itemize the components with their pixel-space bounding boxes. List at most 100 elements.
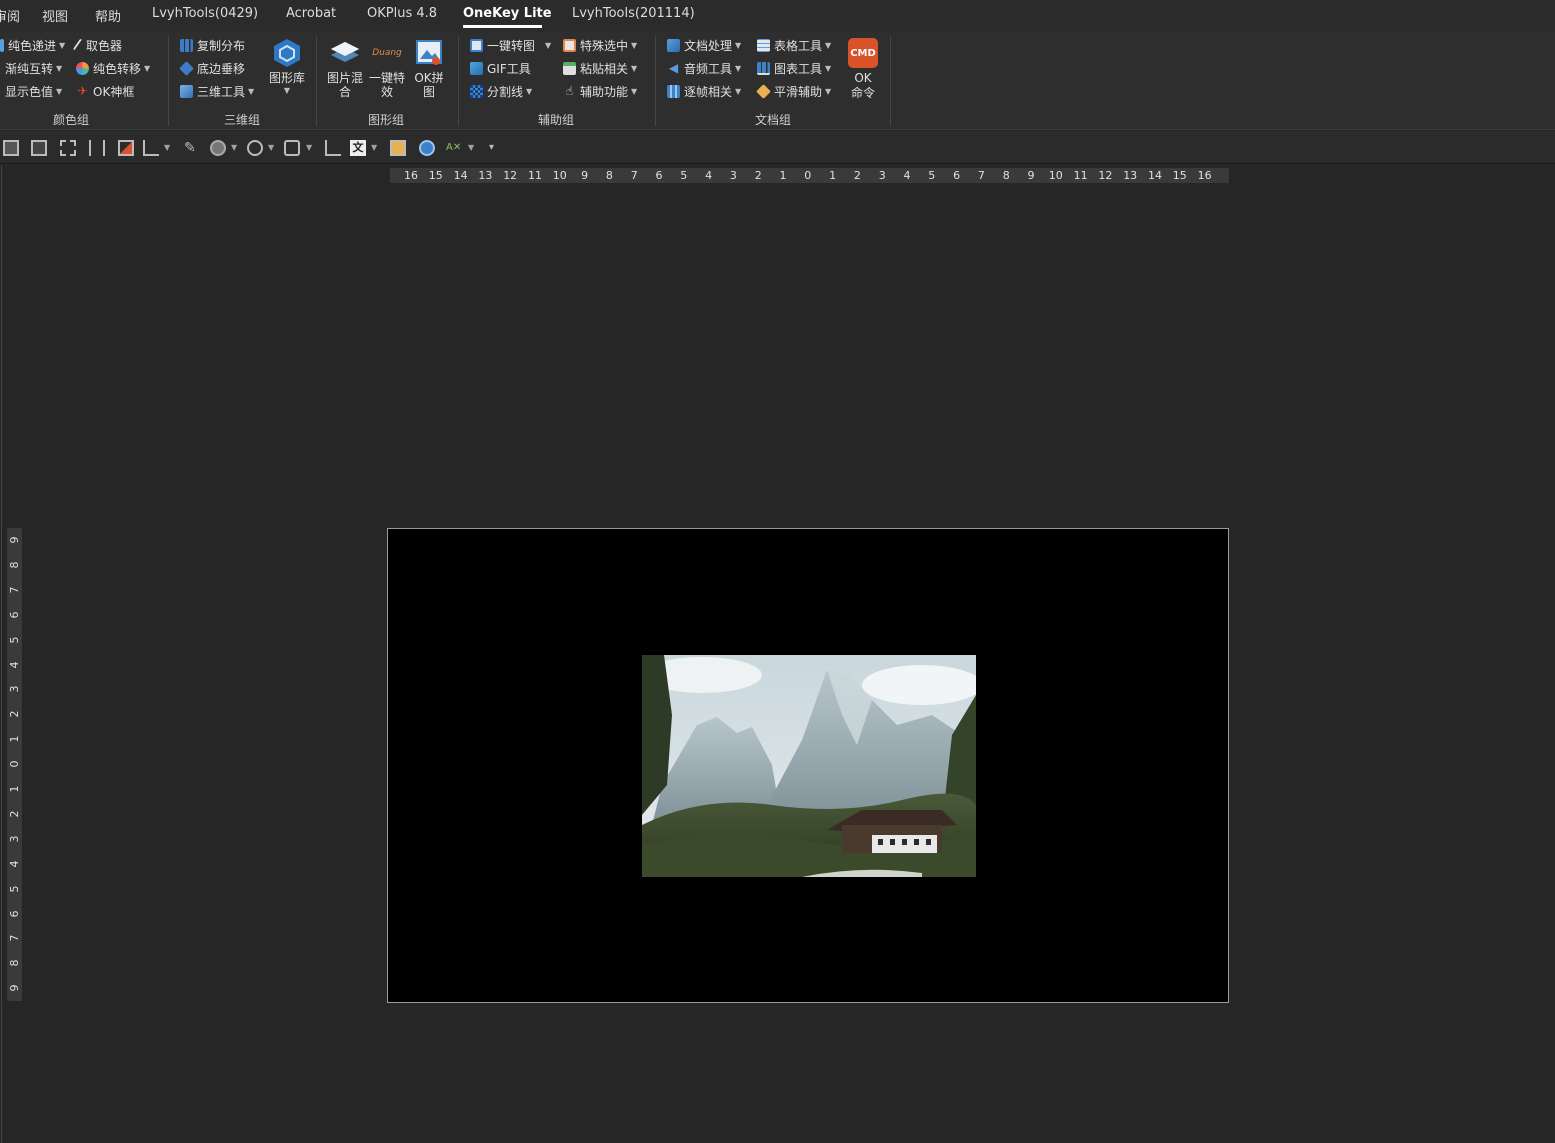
layers-icon	[179, 60, 194, 76]
ruler-tick-label: 15	[1172, 169, 1187, 182]
tab-lvyhtools-201114[interactable]: LvyhTools(201114)	[572, 6, 695, 21]
show-color-value-label: 显示色值	[5, 84, 54, 99]
chart-tools-button[interactable]: 图表工具 ▼	[757, 58, 831, 78]
ok-frame-button[interactable]: ✈ OK神框	[76, 81, 134, 101]
ruler-tick-label: 2	[8, 810, 21, 818]
transform-icon[interactable]	[118, 140, 134, 156]
tab-onekey-lite[interactable]: OneKey Lite	[463, 6, 552, 21]
show-color-value-button[interactable]: 显示色值 ▼	[5, 81, 62, 101]
ok-command-button[interactable]: CMD OK 命令	[843, 38, 883, 101]
cube-icon	[180, 84, 193, 98]
ruler-tick-label: 10	[552, 169, 567, 182]
circle-fill-icon[interactable]	[210, 140, 226, 156]
group-label-color: 颜色组	[52, 113, 90, 127]
paste-related-button[interactable]: 粘贴相关 ▼	[563, 58, 637, 78]
ok-command-label-line1: OK	[854, 71, 872, 85]
text-style-icon[interactable]: A✕	[446, 140, 462, 156]
ruler-tick-label: 12	[503, 169, 518, 182]
3d-tools-button[interactable]: 三维工具 ▼	[180, 81, 254, 101]
chevron-down-icon: ▼	[144, 63, 151, 73]
duplicate-icon[interactable]	[31, 140, 47, 156]
tab-acrobat[interactable]: Acrobat	[286, 6, 336, 21]
copy-distribute-button[interactable]: 复制分布	[180, 35, 245, 55]
gradient-solid-convert-button[interactable]: 渐纯互转 ▼	[5, 58, 62, 78]
group-label-document: 文档组	[754, 113, 792, 127]
draw-icon[interactable]	[143, 140, 159, 156]
color-picker-button[interactable]: 取色器	[72, 35, 122, 55]
merge-shapes-icon[interactable]	[247, 140, 263, 156]
ruler-tick-label: 10	[1048, 169, 1063, 182]
image-blend-button[interactable]: 图片混合	[325, 38, 365, 99]
ruler-tick-label: 1	[779, 169, 787, 182]
chevron-down-icon: ▼	[631, 86, 638, 96]
diamond-icon	[756, 83, 771, 99]
chevron-down-icon[interactable]: ▼	[231, 143, 237, 152]
copy-icon[interactable]	[3, 140, 19, 156]
chevron-down-icon[interactable]: ▼	[468, 143, 474, 152]
ruler-tick-label: 1	[829, 169, 837, 182]
chevron-down-icon: ▼	[735, 40, 742, 50]
customize-toolbar-icon[interactable]: ▾	[489, 140, 505, 156]
bottom-edge-shift-button[interactable]: 底边垂移	[179, 58, 245, 78]
chevron-down-icon: ▼	[248, 86, 255, 96]
gradient-step-button[interactable]: 纯色递进 ▼	[0, 35, 65, 55]
group-icon[interactable]	[60, 140, 76, 156]
one-click-to-image-button[interactable]: 一键转图 ▼	[470, 35, 551, 55]
table-tools-button[interactable]: 表格工具 ▼	[757, 35, 831, 55]
shape-outline-icon[interactable]	[284, 140, 300, 156]
ruler-tick-label: 7	[8, 586, 21, 594]
chevron-down-icon[interactable]: ▼	[371, 143, 377, 152]
mountain-landscape-image[interactable]	[642, 655, 976, 877]
audio-tools-button[interactable]: ◀ 音频工具 ▼	[667, 58, 741, 78]
document-icon	[667, 38, 680, 52]
chevron-down-icon[interactable]: ▼	[268, 143, 274, 152]
frame-by-frame-button[interactable]: 逐帧相关 ▼	[667, 81, 741, 101]
quick-access-toolbar: ▼ ✎ ▼ ▼ ▼ 文 ▼ A✕ ▼ ▾	[0, 131, 1555, 164]
chevron-down-icon[interactable]: ▼	[164, 143, 170, 152]
ok-collage-button[interactable]: OK拼图	[409, 38, 449, 99]
tab-review[interactable]: 审阅	[0, 6, 20, 25]
chart-icon	[757, 61, 770, 75]
gif-tools-button[interactable]: GIF工具	[470, 58, 531, 78]
ruler-tick-label: 6	[953, 169, 961, 182]
ruler-tick-label: 15	[428, 169, 443, 182]
group-label-assist: 辅助组	[537, 113, 575, 127]
smooth-assist-button[interactable]: 平滑辅助 ▼	[756, 81, 831, 101]
one-click-effect-button[interactable]: Duang 一键特效	[367, 38, 407, 99]
chevron-down-icon: ▼	[735, 63, 742, 73]
divider-line-button[interactable]: 分割线 ▼	[470, 81, 532, 101]
speaker-icon: ◀	[668, 60, 679, 75]
globe-icon[interactable]	[419, 140, 435, 156]
image-stack-icon	[330, 38, 360, 68]
helper-functions-button[interactable]: ☝ 辅助功能 ▼	[563, 81, 637, 101]
brush-icon[interactable]: ✎	[184, 140, 200, 156]
ruler-tick-label: 4	[705, 169, 713, 182]
collage-icon	[414, 38, 444, 68]
text-box-icon[interactable]: 文	[350, 140, 366, 156]
group-divider	[458, 36, 459, 126]
ribbon-panel: 纯色递进 ▼ 渐纯互转 ▼ 显示色值 ▼ 取色器 纯色转移 ▼ ✈ OK神框 颜色组 复…	[0, 32, 1555, 130]
one-click-to-image-label: 一键转图	[487, 38, 536, 53]
one-click-effect-label: 一键特效	[368, 71, 405, 99]
chevron-down-icon: ▼	[59, 40, 66, 50]
align-icon[interactable]	[89, 140, 105, 156]
group-divider	[655, 36, 656, 126]
tab-lvyhtools-0429[interactable]: LvyhTools(0429)	[152, 6, 258, 21]
shape-library-button[interactable]: 图形库 ▼	[267, 38, 307, 95]
group-label-3d: 三维组	[223, 113, 261, 127]
slide-canvas[interactable]	[387, 528, 1229, 1003]
special-select-button[interactable]: 特殊选中 ▼	[563, 35, 637, 55]
ruler-tick-label: 5	[680, 169, 688, 182]
tab-view[interactable]: 视图	[42, 6, 68, 25]
tab-help[interactable]: 帮助	[95, 6, 121, 25]
ruler-tick-label: 9	[8, 536, 21, 544]
ruler-tick-label: 16	[404, 169, 418, 182]
solid-color-transfer-button[interactable]: 纯色转移 ▼	[76, 58, 150, 78]
palette-icon	[76, 61, 89, 75]
ruler-tick-label: 14	[1148, 169, 1162, 182]
document-process-button[interactable]: 文档处理 ▼	[667, 35, 741, 55]
tab-okplus[interactable]: OKPlus 4.8	[367, 6, 437, 21]
chevron-down-icon[interactable]: ▼	[306, 143, 312, 152]
crop-icon[interactable]	[325, 140, 341, 156]
bring-forward-icon[interactable]	[390, 140, 406, 156]
